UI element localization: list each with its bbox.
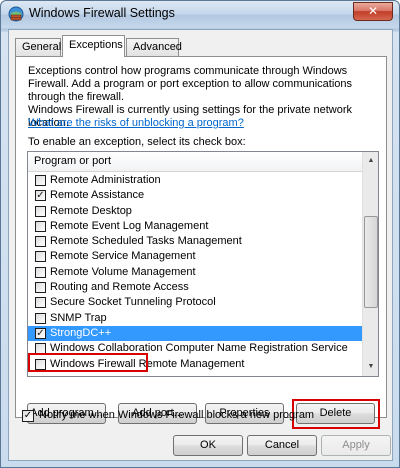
exceptions-list[interactable]: Program or port Remote Administration ✓ Re… bbox=[27, 151, 379, 377]
exception-label: Routing and Remote Access bbox=[50, 281, 189, 294]
notify-checkbox[interactable]: ✓ bbox=[22, 410, 34, 422]
tab-general[interactable]: General bbox=[15, 38, 61, 56]
list-item[interactable]: SNMP Trap bbox=[28, 311, 364, 326]
scroll-up-arrow-icon[interactable]: ▲ bbox=[366, 156, 376, 166]
exception-checkbox[interactable] bbox=[35, 282, 46, 294]
exception-label: Secure Socket Tunneling Protocol bbox=[50, 296, 216, 309]
exception-label: Remote Event Log Management bbox=[50, 219, 209, 232]
exception-checkbox[interactable] bbox=[35, 220, 46, 232]
window-title: Windows Firewall Settings bbox=[29, 6, 175, 20]
exception-label: Remote Desktop bbox=[50, 204, 132, 217]
exception-label: Remote Administration bbox=[50, 174, 161, 186]
list-item[interactable]: Secure Socket Tunneling Protocol bbox=[28, 295, 364, 310]
list-scrollbar[interactable]: ▲ ▼ bbox=[362, 152, 378, 376]
list-item[interactable]: Windows Collaboration Computer Name Regi… bbox=[28, 341, 364, 356]
list-item[interactable]: Remote Volume Management bbox=[28, 265, 364, 280]
exception-checkbox[interactable] bbox=[35, 266, 46, 278]
exception-checkbox[interactable] bbox=[35, 312, 46, 324]
exception-instruction: To enable an exception, select its check… bbox=[28, 136, 246, 148]
title-bar[interactable]: Windows Firewall Settings ✕ bbox=[1, 1, 399, 28]
exception-checkbox[interactable]: ✓ bbox=[35, 190, 46, 202]
tab-exceptions[interactable]: Exceptions bbox=[62, 35, 125, 57]
scroll-down-arrow-icon[interactable]: ▼ bbox=[366, 362, 376, 372]
cancel-button[interactable]: Cancel bbox=[247, 435, 317, 456]
ok-button[interactable]: OK bbox=[173, 435, 243, 456]
exception-checkbox[interactable] bbox=[35, 175, 46, 186]
list-item[interactable]: ✓ StrongDC++ bbox=[28, 325, 364, 342]
exception-checkbox[interactable] bbox=[35, 251, 46, 263]
list-item[interactable]: Remote Administration bbox=[28, 173, 364, 188]
exception-label: Windows Collaboration Computer Name Regi… bbox=[50, 342, 348, 355]
exceptions-intro: Exceptions control how programs communic… bbox=[28, 65, 353, 103]
list-item[interactable]: Routing and Remote Access bbox=[28, 280, 364, 295]
exception-label: Remote Scheduled Tasks Management bbox=[50, 235, 242, 248]
exception-checkbox[interactable] bbox=[35, 297, 46, 309]
list-item[interactable]: Remote Event Log Management bbox=[28, 219, 364, 234]
list-item[interactable]: Remote Service Management bbox=[28, 249, 364, 264]
exception-label: StrongDC++ bbox=[50, 326, 112, 339]
exception-checkbox[interactable] bbox=[35, 236, 46, 248]
scrollbar-thumb[interactable] bbox=[364, 216, 378, 308]
exception-checkbox[interactable] bbox=[35, 205, 46, 217]
list-item[interactable]: Remote Scheduled Tasks Management bbox=[28, 234, 364, 249]
column-header-program-or-port[interactable]: Program or port bbox=[28, 152, 364, 172]
exception-label: Remote Volume Management bbox=[50, 265, 196, 278]
unblock-risks-link[interactable]: What are the risks of unblocking a progr… bbox=[28, 117, 244, 130]
dialog-client-area: General Exceptions Advanced Exceptions c… bbox=[8, 29, 393, 461]
exception-label: SNMP Trap bbox=[50, 311, 107, 324]
exception-label: Remote Assistance bbox=[50, 189, 145, 202]
exceptions-panel: Exceptions control how programs communic… bbox=[15, 56, 387, 429]
list-item[interactable]: Remote Desktop bbox=[28, 204, 364, 219]
exception-checkbox[interactable] bbox=[35, 343, 46, 355]
firewall-globe-icon bbox=[8, 6, 24, 22]
exception-checkbox[interactable]: ✓ bbox=[35, 327, 46, 339]
tab-advanced[interactable]: Advanced bbox=[126, 38, 182, 56]
exception-label: Windows Firewall Remote Management bbox=[50, 357, 245, 370]
apply-button[interactable]: Apply bbox=[321, 435, 391, 456]
exceptions-items: Remote Administration ✓ Remote Assistance R… bbox=[28, 173, 364, 372]
list-item[interactable]: ✓ Remote Assistance bbox=[28, 188, 364, 203]
firewall-settings-window: Windows Firewall Settings ✕ General Exce… bbox=[0, 0, 400, 468]
close-icon: ✕ bbox=[367, 4, 379, 18]
exception-label: Remote Service Management bbox=[50, 250, 196, 263]
list-item[interactable]: Windows Firewall Remote Management bbox=[28, 357, 364, 372]
close-button[interactable]: ✕ bbox=[353, 2, 393, 21]
notify-label: Notify me when Windows Firewall blocks a… bbox=[39, 409, 315, 421]
exception-checkbox[interactable] bbox=[35, 358, 46, 370]
